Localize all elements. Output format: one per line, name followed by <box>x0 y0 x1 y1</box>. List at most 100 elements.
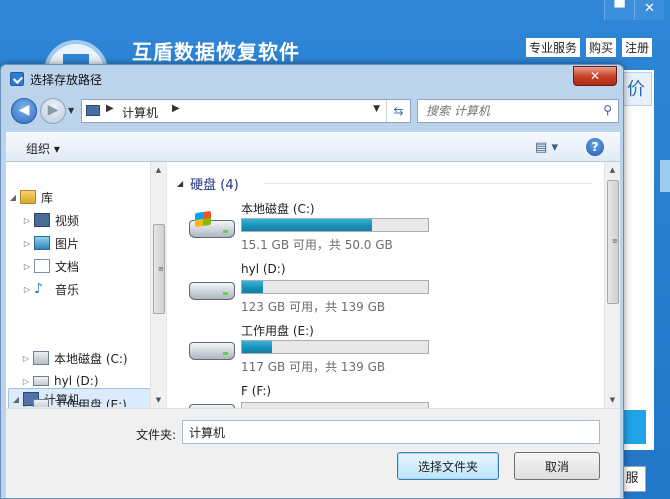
drive-name: 本地磁盘 (C:) <box>241 202 315 216</box>
navigation-bar: ◀ ▶ ▼ ▶ 计算机 ▶ ▼ ⇆ ⚲ <box>7 96 619 126</box>
nav-item-pictures[interactable]: ▷ 图片 <box>20 232 164 254</box>
select-folder-button[interactable]: 选择文件夹 <box>397 452 499 480</box>
nav-item-videos[interactable]: ▷ 视频 <box>20 209 164 231</box>
usage-fill <box>242 281 264 293</box>
nav-item-label: 库 <box>41 190 54 205</box>
dialog-footer: 文件夹: 选择文件夹 取消 <box>6 408 620 498</box>
dialog-close-button[interactable]: ✕ <box>573 66 617 86</box>
hard-drive-icon <box>33 399 49 407</box>
nav-item-label: 图片 <box>55 236 80 251</box>
organize-menu[interactable]: 组织 ▾ <box>26 140 60 157</box>
buy-link[interactable]: 购买 <box>585 38 616 57</box>
scrollbar-thumb[interactable]: ≡ <box>607 180 619 304</box>
file-list-scrollbar[interactable]: ▲ ≡ ▼ <box>604 162 620 408</box>
nav-item-drive-d[interactable]: ▷ hyl (D:) <box>19 370 149 392</box>
app-window-controls: ▀ ✕ <box>604 0 664 20</box>
breadcrumb-chevron-icon[interactable]: ▶ <box>172 103 180 114</box>
expand-arrow-icon[interactable]: ▷ <box>20 262 34 271</box>
group-header-hard-disks[interactable]: ◢ 硬盘 (4) <box>177 174 239 193</box>
scroll-up-icon[interactable]: ▲ <box>605 162 620 178</box>
expand-arrow-icon[interactable]: ▷ <box>20 216 34 225</box>
nav-item-label: 文档 <box>55 259 80 274</box>
expand-arrow-icon[interactable]: ▷ <box>19 377 33 386</box>
library-icon <box>20 190 36 204</box>
group-divider <box>263 183 593 184</box>
address-dropdown-icon[interactable]: ▼ <box>373 104 380 114</box>
file-list-pane: ◢ 硬盘 (4) 本地磁盘 (C:) 15.1 GB 可用，共 50.0 GB … <box>166 162 620 422</box>
drive-capacity: 117 GB 可用，共 139 GB <box>241 360 386 374</box>
register-link[interactable]: 注册 <box>621 38 652 57</box>
collapse-arrow-icon[interactable]: ◢ <box>177 179 183 188</box>
refresh-icon[interactable]: ⇆ <box>386 100 410 122</box>
nav-item-drive-e[interactable]: ▷ 工作用盘 (E:) <box>19 393 149 407</box>
dialog-app-icon <box>10 72 24 86</box>
search-icon[interactable]: ⚲ <box>603 103 612 117</box>
system-drive-icon <box>189 210 235 238</box>
drive-usage-bar <box>241 340 429 354</box>
drive-usage-bar <box>241 218 429 232</box>
drive-item-d[interactable]: hyl (D:) 123 GB 可用，共 139 GB <box>185 262 585 322</box>
grip-icon: ≡ <box>158 265 164 273</box>
select-folder-dialog: 选择存放路径 ✕ ◀ ▶ ▼ ▶ 计算机 ▶ ▼ ⇆ ⚲ 组织 ▾ ▤ ▾ ? <box>0 64 624 499</box>
hard-drive-icon <box>189 274 235 300</box>
expand-arrow-icon[interactable]: ▷ <box>20 239 34 248</box>
video-icon <box>34 213 50 227</box>
cancel-button[interactable]: 取消 <box>514 452 600 480</box>
usage-fill <box>242 219 373 231</box>
expand-arrow-icon[interactable]: ◢ <box>6 193 20 202</box>
help-icon[interactable]: ? <box>586 138 604 156</box>
folder-input[interactable] <box>182 420 600 444</box>
search-input[interactable] <box>418 100 596 122</box>
scroll-down-icon[interactable]: ▼ <box>605 392 620 408</box>
picture-icon <box>34 236 50 250</box>
history-dropdown-icon[interactable]: ▼ <box>68 106 74 115</box>
forward-arrow-icon: ▶ <box>47 102 59 118</box>
nav-item-documents[interactable]: ▷ 文档 <box>20 255 164 277</box>
nav-item-drive-c[interactable]: ▷ 本地磁盘 (C:) <box>19 347 149 369</box>
drive-usage-bar <box>241 280 429 294</box>
pro-service-link[interactable]: 专业服务 <box>525 38 580 57</box>
drive-name: hyl (D:) <box>241 262 286 276</box>
forward-button[interactable]: ▶ <box>40 98 66 124</box>
nav-item-label: 本地磁盘 (C:) <box>54 351 128 366</box>
grip-icon: ≡ <box>612 237 618 245</box>
hard-drive-icon <box>33 376 49 386</box>
breadcrumb-chevron-icon[interactable]: ▶ <box>106 103 114 114</box>
app-price-tab[interactable]: 价 <box>620 72 652 106</box>
nav-item-label: 音乐 <box>55 282 80 297</box>
back-button[interactable]: ◀ <box>11 98 37 124</box>
drive-name: F (F:) <box>241 384 272 398</box>
back-arrow-icon: ◀ <box>18 102 30 118</box>
drive-item-c[interactable]: 本地磁盘 (C:) 15.1 GB 可用，共 50.0 GB <box>185 200 585 260</box>
breadcrumb-computer[interactable]: 计算机 <box>122 104 158 121</box>
app-minimize-button[interactable]: ▀ <box>604 0 634 20</box>
nav-item-library[interactable]: ◢ 库 <box>6 186 150 208</box>
music-icon: ♪ <box>34 281 43 297</box>
nav-item-label: 工作用盘 (E:) <box>54 397 127 408</box>
scroll-up-icon[interactable]: ▲ <box>151 162 166 178</box>
expand-arrow-icon[interactable]: ▷ <box>19 354 33 363</box>
drive-name: 工作用盘 (E:) <box>241 324 314 338</box>
system-drive-icon <box>33 351 49 365</box>
app-close-button[interactable]: ✕ <box>634 0 664 20</box>
usage-fill <box>242 341 272 353</box>
nav-item-label: 视频 <box>55 213 80 228</box>
drive-item-e[interactable]: 工作用盘 (E:) 117 GB 可用，共 139 GB <box>185 322 585 382</box>
drive-capacity: 15.1 GB 可用，共 50.0 GB <box>241 238 393 252</box>
app-side-handle <box>660 160 670 192</box>
expand-arrow-icon[interactable]: ▷ <box>20 285 34 294</box>
nav-scrollbar[interactable]: ▲ ≡ ▼ <box>150 162 166 408</box>
address-bar[interactable]: ▶ 计算机 ▶ ▼ ⇆ <box>81 99 411 123</box>
nav-item-music[interactable]: ▷ ♪ 音乐 <box>20 278 164 300</box>
dialog-title: 选择存放路径 <box>30 73 103 87</box>
dialog-titlebar[interactable]: 选择存放路径 ✕ <box>1 65 623 93</box>
folder-label: 文件夹: <box>136 428 177 442</box>
view-options-icon[interactable]: ▤ ▾ <box>535 140 558 155</box>
search-box[interactable]: ⚲ <box>417 99 619 123</box>
computer-icon <box>86 105 100 116</box>
nav-item-label: hyl (D:) <box>54 374 99 388</box>
scrollbar-thumb[interactable]: ≡ <box>153 224 165 314</box>
scroll-down-icon[interactable]: ▼ <box>151 392 166 408</box>
expand-arrow-icon[interactable]: ▷ <box>19 400 33 408</box>
hard-drive-icon <box>189 334 235 360</box>
